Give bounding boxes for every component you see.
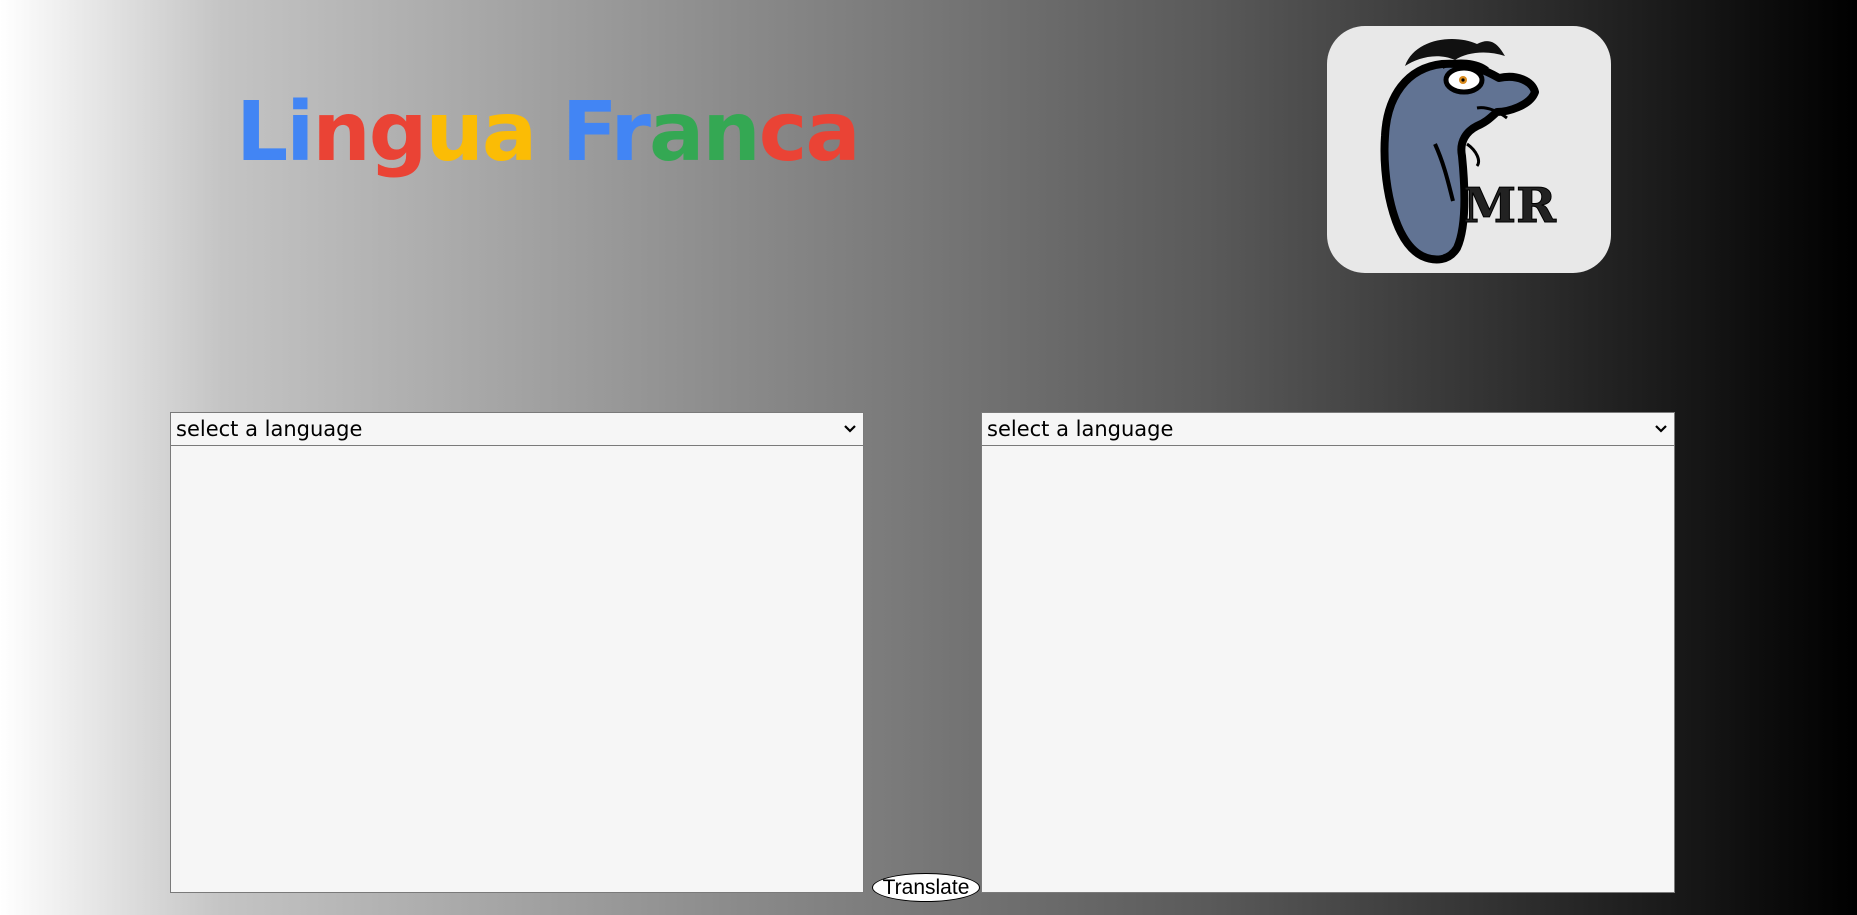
svg-text:MR: MR bbox=[1463, 178, 1557, 234]
source-panel: select a language bbox=[170, 412, 864, 893]
target-panel: select a language bbox=[981, 412, 1675, 893]
translate-button[interactable]: Translate bbox=[872, 873, 980, 902]
chevron-down-icon bbox=[844, 425, 856, 433]
title-letter: r bbox=[610, 85, 651, 180]
title-letter: F bbox=[561, 85, 613, 180]
app-title: Lingua Franca bbox=[236, 92, 861, 174]
title-letter: u bbox=[425, 85, 483, 180]
title-letter: a bbox=[649, 85, 704, 180]
title-letter: a bbox=[805, 85, 860, 180]
chevron-down-icon bbox=[1655, 425, 1667, 433]
target-language-value: select a language bbox=[987, 417, 1174, 441]
bird-mascot-icon: MR bbox=[1380, 39, 1558, 264]
title-letter: i bbox=[286, 85, 314, 180]
title-letter: n bbox=[702, 85, 760, 180]
title-letter: c bbox=[758, 85, 808, 180]
title-letter: g bbox=[368, 85, 428, 180]
target-language-select[interactable]: select a language bbox=[981, 412, 1675, 446]
logo: MR bbox=[1327, 26, 1611, 273]
title-letter: n bbox=[312, 85, 370, 180]
title-letter bbox=[535, 85, 562, 180]
title-letter: L bbox=[236, 85, 288, 180]
target-text-output[interactable] bbox=[981, 445, 1675, 893]
source-text-input[interactable] bbox=[170, 445, 864, 893]
title-letter: a bbox=[481, 85, 537, 180]
source-language-select[interactable]: select a language bbox=[170, 412, 864, 446]
source-language-value: select a language bbox=[176, 417, 363, 441]
